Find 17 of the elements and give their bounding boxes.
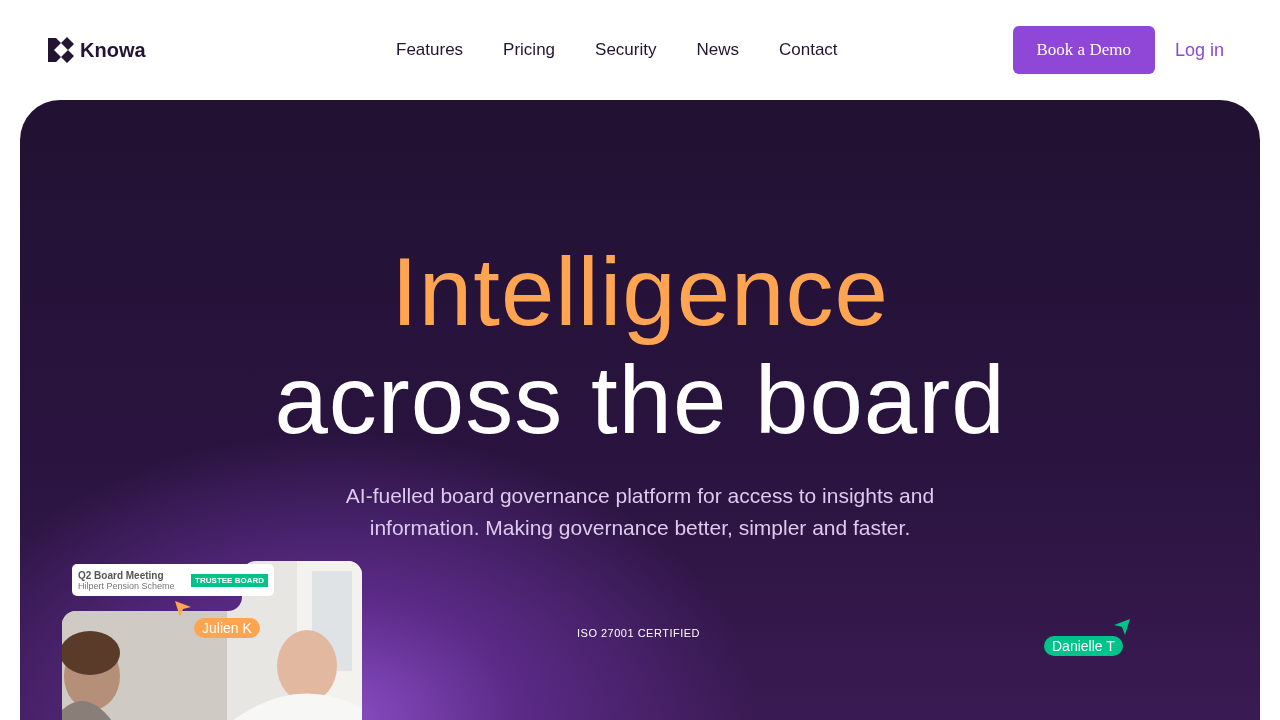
nav-link[interactable]: Contact (779, 40, 838, 60)
nav-link[interactable]: Features (396, 40, 464, 60)
logo-text[interactable]: Knowa (80, 38, 146, 62)
certification-label: ISO 27001 CERTIFIED (577, 627, 700, 639)
login-link[interactable]: Log in (1174, 39, 1224, 61)
nav-link[interactable]: Security (595, 40, 657, 60)
meeting-title: Q2 Board Meeting (78, 569, 165, 581)
logo-icon (48, 37, 74, 63)
user-name-tag: Julien K (194, 618, 260, 638)
headline: across the board (274, 346, 1006, 454)
meeting-subtitle: Hilpert Pension Scheme (78, 580, 175, 591)
nav-link[interactable]: Pricing (503, 40, 556, 60)
nav-link[interactable]: News (696, 40, 739, 60)
headline-highlight: Intelligence (391, 238, 889, 346)
hero-subtitle: AI-fuelled board governance platform for access to insights and information. Making governance better, simpler and faster. (344, 483, 936, 541)
book-demo-button[interactable]: Book a Demo (1012, 26, 1155, 74)
board-tag: TRUSTEE BOARD (191, 573, 268, 587)
